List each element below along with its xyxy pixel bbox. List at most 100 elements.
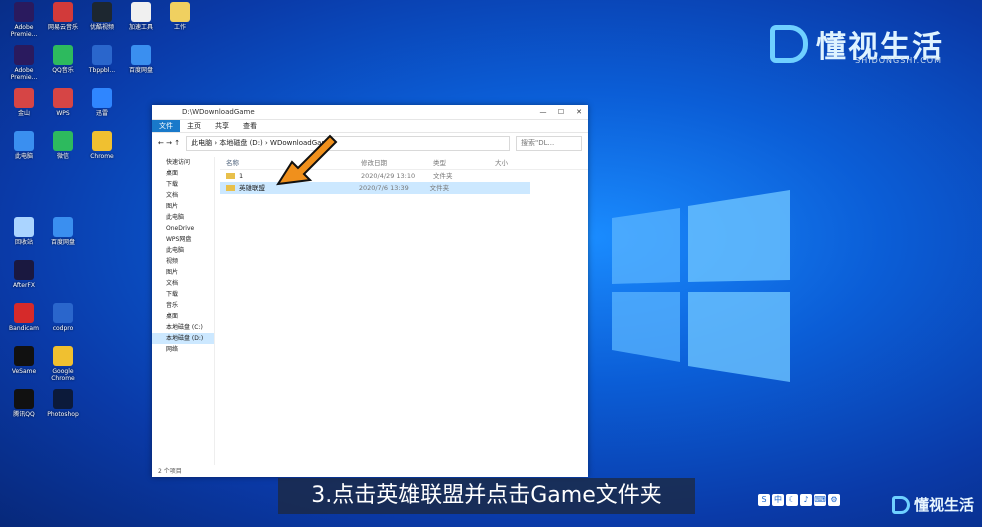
tray-icon[interactable]: 中 (772, 494, 784, 506)
desktop-icon[interactable]: 金山 (2, 88, 46, 117)
desktop-icon[interactable]: QQ音乐 (41, 45, 85, 74)
desktop-icon-label: VeSame (11, 368, 37, 375)
up-arrow-icon[interactable]: ↑ (174, 139, 180, 147)
nav-item[interactable]: 桌面 (152, 168, 214, 179)
app-icon (92, 45, 112, 65)
nav-item[interactable]: 本地磁盘 (C:) (152, 322, 214, 333)
file-date: 2020/4/29 13:10 (361, 172, 416, 180)
app-icon (14, 389, 34, 409)
desktop-icon[interactable]: 工作 (158, 2, 202, 31)
column-date[interactable]: 修改日期 (361, 157, 433, 169)
brand-logo-icon (770, 25, 808, 63)
desktop-icon[interactable]: 回收站 (2, 217, 46, 246)
app-icon (14, 217, 34, 237)
desktop-icon[interactable]: 迅雷 (80, 88, 124, 117)
nav-item[interactable]: 桌面 (152, 311, 214, 322)
app-icon (92, 88, 112, 108)
column-size[interactable]: 大小 (495, 157, 535, 169)
desktop-icon[interactable]: 腾讯QQ (2, 389, 46, 418)
tab-view[interactable]: 查看 (236, 121, 264, 131)
app-icon (92, 131, 112, 151)
desktop-icon[interactable]: 网易云音乐 (41, 2, 85, 31)
system-tray: S 中 ☾ ♪ ⌨ ⚙ (758, 494, 840, 506)
list-item[interactable]: 英雄联盟 2020/7/6 13:39 文件夹 (220, 182, 530, 194)
tray-icon[interactable]: ♪ (800, 494, 812, 506)
tab-share[interactable]: 共享 (208, 121, 236, 131)
nav-item[interactable]: 网络 (152, 344, 214, 355)
desktop-icon[interactable]: Google Chrome (41, 346, 85, 382)
nav-item[interactable]: 下载 (152, 289, 214, 300)
file-size (491, 182, 530, 194)
desktop-icon[interactable]: Adobe Premie... (2, 2, 46, 38)
nav-item[interactable]: 此电脑 (152, 212, 214, 223)
desktop-icon[interactable]: VeSame (2, 346, 46, 375)
nav-item[interactable]: 图片 (152, 201, 214, 212)
desktop-icon-label: Adobe Premie... (10, 24, 38, 38)
app-icon (14, 260, 34, 280)
desktop-icon[interactable]: Tbppbl... (80, 45, 124, 74)
app-icon (53, 88, 73, 108)
desktop-icon[interactable]: 加速工具 (119, 2, 163, 31)
column-type[interactable]: 类型 (433, 157, 495, 169)
file-size (495, 170, 535, 182)
maximize-button[interactable]: ☐ (552, 108, 570, 116)
close-button[interactable]: ✕ (570, 108, 588, 116)
tray-icon[interactable]: ⚙ (828, 494, 840, 506)
desktop-icon[interactable]: 百度网盘 (41, 217, 85, 246)
nav-item[interactable]: 音乐 (152, 300, 214, 311)
desktop-icon-label: AfterFX (13, 282, 35, 289)
desktop-icon-label: Bandicam (9, 325, 39, 332)
desktop-icon[interactable]: Chrome (80, 131, 124, 160)
desktop-icon[interactable]: codpro (41, 303, 85, 332)
tab-home[interactable]: 主页 (180, 121, 208, 131)
app-icon (53, 2, 73, 22)
desktop-icon[interactable]: AfterFX (2, 260, 46, 289)
app-icon (53, 346, 73, 366)
tray-icon[interactable]: ☾ (786, 494, 798, 506)
search-input[interactable]: 搜索"DL... (516, 135, 582, 151)
nav-item[interactable]: 文档 (152, 278, 214, 289)
app-icon (131, 45, 151, 65)
minimize-button[interactable]: — (534, 108, 552, 116)
desktop-icon[interactable]: 此电脑 (2, 131, 46, 160)
desktop-icon-label: Chrome (90, 153, 114, 160)
address-bar[interactable]: 此电脑 › 本地磁盘 (D:) › WDownloadGame (186, 135, 510, 151)
desktop-icon[interactable]: 微信 (41, 131, 85, 160)
tab-file[interactable]: 文件 (152, 120, 180, 132)
nav-item[interactable]: 文档 (152, 190, 214, 201)
desktop-icon-label: Adobe Premie... (10, 67, 38, 81)
app-icon (14, 303, 34, 323)
forward-arrow-icon[interactable]: → (166, 139, 172, 147)
tray-icon[interactable]: ⌨ (814, 494, 826, 506)
explorer-titlebar[interactable]: D:\WDownloadGame — ☐ ✕ (152, 105, 588, 120)
nav-item[interactable]: 图片 (152, 267, 214, 278)
file-explorer-window[interactable]: D:\WDownloadGame — ☐ ✕ 文件 主页 共享 查看 ← → ↑… (152, 105, 588, 477)
back-arrow-icon[interactable]: ← (158, 139, 164, 147)
address-row: ← → ↑ 此电脑 › 本地磁盘 (D:) › WDownloadGame 搜索… (152, 133, 588, 153)
app-icon (14, 346, 34, 366)
desktop-icon-label: Google Chrome (51, 368, 75, 382)
desktop-icon[interactable]: 百度网盘 (119, 45, 163, 74)
desktop-icon[interactable]: 优酷视频 (80, 2, 124, 31)
desktop-icon[interactable]: Bandicam (2, 303, 46, 332)
nav-item[interactable]: 本地磁盘 (D:) (152, 333, 214, 344)
app-icon (53, 303, 73, 323)
desktop-icon-label: 加速工具 (128, 24, 153, 31)
app-icon (53, 217, 73, 237)
breadcrumb-drive[interactable]: 本地磁盘 (D:) (219, 138, 262, 148)
brand-domain: SHIDONGSHI.COM (855, 56, 942, 65)
brand-name-bottom: 懂视生活 (913, 496, 974, 514)
breadcrumb-pc[interactable]: 此电脑 (191, 138, 212, 148)
desktop-icon[interactable]: Adobe Premie... (2, 45, 46, 81)
nav-item[interactable]: 下载 (152, 179, 214, 190)
nav-item[interactable]: 视频 (152, 256, 214, 267)
desktop-icon[interactable]: WPS (41, 88, 85, 117)
nav-item[interactable]: 快速访问 (152, 157, 214, 168)
folder-icon (226, 173, 235, 179)
nav-item[interactable]: WPS网盘 (152, 234, 214, 245)
file-date: 2020/7/6 13:39 (358, 184, 409, 192)
tray-icon[interactable]: S (758, 494, 770, 506)
nav-item[interactable]: 此电脑 (152, 245, 214, 256)
nav-item[interactable]: OneDrive (152, 223, 214, 234)
desktop-icon[interactable]: Photoshop (41, 389, 85, 418)
